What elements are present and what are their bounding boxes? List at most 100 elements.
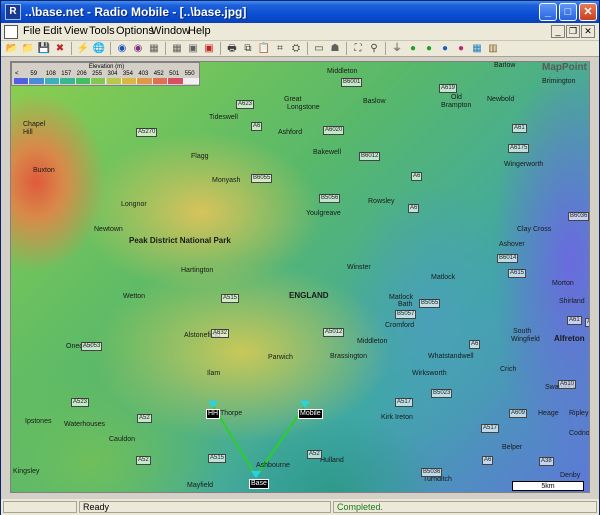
legend-title: Elevation (m) (88, 64, 125, 70)
legend-value: 403 (138, 71, 149, 77)
place-label: Ipstones (25, 418, 52, 425)
place-label: South (513, 328, 532, 335)
minimize-button[interactable]: _ (539, 3, 557, 21)
network-icon[interactable]: ⛭ (289, 42, 303, 55)
road-shield: A52 (307, 450, 322, 459)
road-shield: A5053 (81, 342, 103, 351)
road-shield: B6012 (359, 152, 381, 161)
title-bar[interactable]: R ..\base.net - Radio Mobile - [..\base.… (1, 1, 599, 23)
menu-options[interactable]: Options (116, 25, 154, 37)
terrain-view-icon[interactable]: ▥ (486, 42, 500, 55)
legend-value: < (15, 71, 19, 77)
maximize-button[interactable]: □ (559, 3, 577, 21)
menu-tools[interactable]: Tools (89, 25, 115, 37)
map-view[interactable]: Elevation (m) <59 108 157 206 255 304 354 403 45… (10, 61, 590, 493)
road-shield: A6 (482, 456, 494, 465)
menu-help[interactable]: Help (188, 25, 211, 37)
doc-restore-button[interactable]: ❐ (566, 25, 580, 38)
open-network-icon[interactable]: 📁 (21, 42, 35, 55)
pdf-icon[interactable]: ▣ (202, 42, 216, 55)
place-label: Great (284, 96, 302, 103)
place-label: Brampton (441, 102, 472, 109)
close-button[interactable]: ✕ (579, 3, 597, 21)
visual-coverage-icon[interactable]: ▦ (470, 42, 484, 55)
place-label: Youlgreave (306, 210, 341, 217)
road-shield: A6 (251, 122, 263, 131)
copy-icon[interactable]: ⧉ (241, 42, 255, 55)
unit-marker-icon[interactable] (300, 401, 310, 408)
place-label: Codnor (569, 430, 590, 437)
place-label: Chapel (23, 121, 46, 128)
coverage-icon[interactable]: ⏚ (390, 42, 404, 55)
route-coverage-icon[interactable]: ● (454, 42, 468, 55)
print-icon[interactable]: 🖶 (225, 42, 239, 55)
legend-swatch (44, 78, 61, 84)
unit-marker-icon[interactable] (208, 401, 218, 408)
picture-icon[interactable]: ▦ (147, 42, 161, 55)
menu-window[interactable]: Window (151, 25, 190, 37)
mappoint-logo: MapPoint (542, 62, 587, 73)
export-icon[interactable]: ▣ (186, 42, 200, 55)
toolbar-separator (165, 42, 166, 55)
road-shield: A38 (585, 318, 589, 327)
crop-icon[interactable]: ⌗ (273, 42, 287, 55)
unit-properties-icon[interactable]: ☗ (328, 42, 342, 55)
place-label: Winster (347, 264, 371, 271)
legend-value: 255 (92, 71, 103, 77)
doc-close-button[interactable]: ✕ (581, 25, 595, 38)
place-label: Shirland (559, 298, 585, 305)
road-shield: B5036 (421, 468, 443, 477)
road-shield: B6055 (251, 174, 273, 183)
picture-merge-icon[interactable]: ▦ (170, 42, 184, 55)
place-label: Ripley (569, 410, 589, 417)
legend-swatch (75, 78, 92, 84)
place-label: Old (451, 94, 462, 101)
toolbar-separator (346, 42, 347, 55)
place-label: Hulland (320, 457, 344, 464)
radio-mobile-icon[interactable]: R (5, 4, 21, 20)
legend-value: 501 (169, 71, 180, 77)
menu-view[interactable]: View (64, 25, 88, 37)
place-label: Bakewell (313, 149, 342, 156)
document-icon[interactable] (4, 25, 18, 39)
antenna-icon[interactable]: ⚡ (76, 42, 90, 55)
place-label: Heage (538, 410, 559, 417)
place-label: Alfreton (554, 334, 585, 343)
map-bounds-icon[interactable]: ⛶ (351, 42, 365, 55)
place-label: Bath (398, 301, 413, 308)
open-folder-icon[interactable]: 📂 (5, 42, 19, 55)
globe-icon[interactable]: 🌐 (92, 42, 106, 55)
place-label: Matlock (431, 274, 456, 281)
unit-label[interactable]: Base (249, 479, 269, 489)
road-shield: B5023 (431, 389, 453, 398)
rotate-icon[interactable]: ◉ (131, 42, 145, 55)
place-label: Monyash (212, 177, 241, 184)
radio-link-icon[interactable]: ⚲ (367, 42, 381, 55)
unit-label[interactable]: Mobile (298, 409, 323, 419)
status-completed: Completed. (333, 501, 597, 513)
road-shield: A632 (211, 329, 230, 338)
place-label: Barlow (494, 62, 516, 69)
menu-edit[interactable]: Edit (43, 25, 62, 37)
place-label: Crich (500, 366, 517, 373)
map-properties-icon[interactable]: ◉ (115, 42, 129, 55)
road-shield: B6014 (497, 254, 519, 263)
unit-label[interactable]: HH (206, 409, 221, 419)
unit-marker-icon[interactable] (251, 471, 261, 478)
radio-coverage-icon[interactable]: ● (406, 42, 420, 55)
paste-icon[interactable]: 📋 (257, 42, 271, 55)
legend-swatch (137, 78, 153, 84)
legend-value: 304 (107, 71, 118, 77)
place-label: Belper (502, 444, 523, 451)
units-window-icon[interactable]: ▭ (312, 42, 326, 55)
menu-file[interactable]: File (23, 25, 41, 37)
doc-minimize-button[interactable]: _ (551, 25, 565, 38)
interference-icon[interactable]: ● (438, 42, 452, 55)
road-shield: A515 (221, 294, 240, 303)
combined-coverage-icon[interactable]: ● (422, 42, 436, 55)
window-title: ..\base.net - Radio Mobile - [..\base.jp… (25, 5, 247, 19)
place-label: Flagg (191, 153, 209, 160)
close-network-icon[interactable]: ✖ (53, 42, 67, 55)
save-icon[interactable]: 💾 (37, 42, 51, 55)
place-label: Cromford (385, 322, 415, 329)
